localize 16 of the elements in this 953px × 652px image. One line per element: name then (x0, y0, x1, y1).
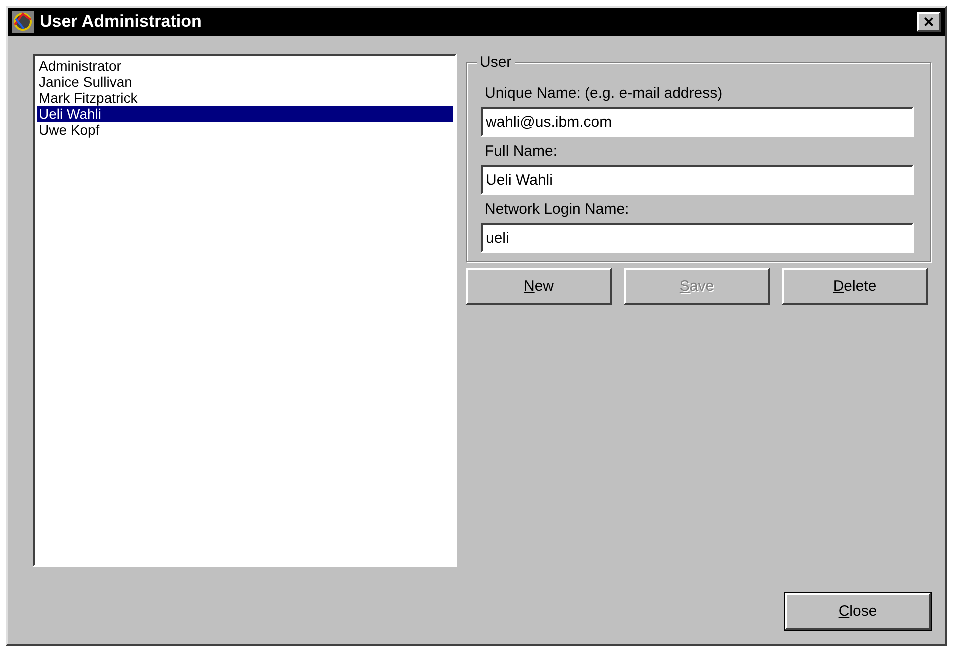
window-title: User Administration (40, 12, 203, 32)
user-list-item[interactable]: Mark Fitzpatrick (37, 90, 453, 106)
field-label: Network Login Name: (485, 201, 630, 218)
text-field[interactable]: wahli@us.ibm.com (481, 107, 914, 137)
user-list-item[interactable]: Ueli Wahli (37, 106, 453, 122)
field-label: Unique Name: (e.g. e-mail address) (485, 85, 724, 102)
text-field[interactable]: ueli (481, 223, 914, 253)
field-label: Full Name: (485, 143, 559, 160)
action-button[interactable]: Delete (782, 268, 928, 305)
text-field[interactable]: Ueli Wahli (481, 165, 914, 195)
user-list-item[interactable]: Administrator (37, 58, 453, 74)
close-button[interactable]: Close (785, 593, 931, 630)
action-button[interactable]: New (466, 268, 612, 305)
user-list-item[interactable]: Uwe Kopf (37, 122, 453, 138)
close-icon[interactable]: × (917, 12, 941, 32)
user-list-item[interactable]: Janice Sullivan (37, 74, 453, 90)
